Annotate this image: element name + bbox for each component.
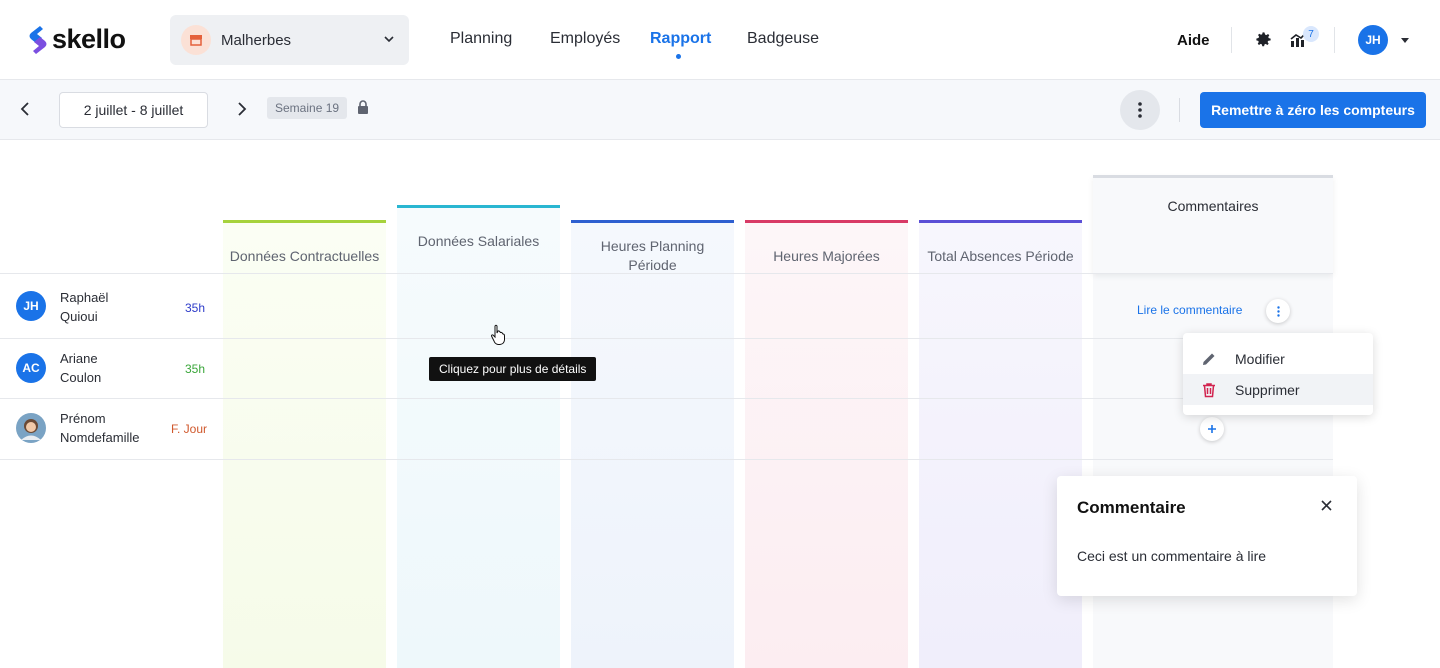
employee-hours: F. Jour <box>171 422 208 436</box>
caret-down-icon[interactable] <box>1401 38 1409 43</box>
nav-planning[interactable]: Planning <box>450 30 512 48</box>
divider <box>1179 98 1180 122</box>
nav-employes[interactable]: Employés <box>550 30 620 48</box>
date-range-picker[interactable]: 2 juillet - 8 juillet <box>59 92 208 128</box>
trash-icon <box>1203 382 1215 397</box>
comment-context-menu: Modifier Supprimer <box>1183 333 1373 415</box>
employee-hours: 35h <box>185 301 206 315</box>
date-toolbar: 2 juillet - 8 juillet Semaine 19 Remettr… <box>0 80 1440 140</box>
more-vertical-icon <box>1276 305 1280 317</box>
column-header: Données Salariales <box>417 233 540 249</box>
row-divider <box>0 338 1333 339</box>
avatar: JH <box>16 291 46 321</box>
close-icon[interactable] <box>1320 499 1333 512</box>
divider <box>1231 27 1232 53</box>
logo-text: skello <box>52 24 126 54</box>
menu-item-delete[interactable]: Supprimer <box>1183 374 1373 405</box>
user-avatar[interactable]: JH <box>1358 25 1388 55</box>
skello-logo-icon <box>29 25 47 54</box>
column-header: Total Absences Période <box>927 248 1074 264</box>
active-nav-indicator <box>676 54 681 59</box>
menu-item-label: Supprimer <box>1235 381 1300 398</box>
nav-rapport[interactable]: Rapport <box>650 30 711 48</box>
column-heures-majorees[interactable]: Heures Majorées <box>745 220 908 668</box>
avatar-photo <box>16 413 46 443</box>
shop-selector[interactable]: Malherbes <box>170 15 409 65</box>
menu-item-label: Modifier <box>1235 350 1285 367</box>
tooltip: Cliquez pour plus de détails <box>429 357 597 381</box>
add-comment-button[interactable] <box>1200 417 1224 441</box>
pencil-icon <box>1203 353 1215 365</box>
reset-counters-button[interactable]: Remettre à zéro les compteurs <box>1200 92 1426 128</box>
employee-first-name: Raphaël <box>60 290 109 305</box>
shop-name: Malherbes <box>221 31 292 49</box>
comment-popup: Commentaire Ceci est un commentaire à li… <box>1057 476 1357 596</box>
column-donnees-contractuelles[interactable]: Données Contractuelles <box>223 220 386 668</box>
popup-body: Ceci est un commentaire à lire <box>1077 548 1267 564</box>
row-divider <box>0 459 1333 460</box>
gear-icon[interactable] <box>1254 30 1273 49</box>
employee-last-name: Coulon <box>60 370 102 385</box>
chevron-down-icon <box>384 36 394 43</box>
employee-row[interactable] <box>16 413 46 443</box>
column-header: Heures Majorées <box>773 248 880 264</box>
menu-item-edit[interactable]: Modifier <box>1183 343 1373 374</box>
avatar: AC <box>16 353 46 383</box>
employee-last-name: Nomdefamille <box>60 430 140 445</box>
notification-badge: 7 <box>1303 26 1319 42</box>
comments-header: Commentaires <box>1093 175 1333 273</box>
employee-name: Ariane Coulon <box>60 349 160 387</box>
nav-badgeuse[interactable]: Badgeuse <box>747 30 819 48</box>
comment-options-button[interactable] <box>1266 299 1290 323</box>
column-donnees-salariales[interactable]: Données Salariales <box>397 205 560 668</box>
row-divider <box>0 273 1333 274</box>
employee-last-name: Quioui <box>60 309 98 324</box>
column-header: Données Contractuelles <box>229 248 380 264</box>
help-link[interactable]: Aide <box>1177 32 1210 49</box>
lock-icon <box>358 100 368 114</box>
divider <box>1334 27 1335 53</box>
employee-name: Prénom Nomdefamille <box>60 409 160 447</box>
employee-first-name: Ariane <box>60 351 98 366</box>
top-navbar: skello Malherbes Planning Employés Rappo… <box>0 0 1440 80</box>
employee-row[interactable]: AC <box>16 353 46 383</box>
employee-hours: 35h <box>185 362 206 376</box>
chevron-right-icon[interactable] <box>235 101 249 117</box>
read-comment-link[interactable]: Lire le commentaire <box>1137 303 1242 317</box>
chevron-left-icon[interactable] <box>18 101 32 117</box>
week-badge: Semaine 19 <box>267 97 348 119</box>
row-divider <box>0 398 1333 399</box>
skello-logo[interactable]: skello <box>28 24 126 55</box>
popup-title: Commentaire <box>1077 498 1186 517</box>
employee-name: Raphaël Quioui <box>60 288 160 326</box>
employee-row[interactable]: JH <box>16 291 46 321</box>
store-icon <box>181 25 211 55</box>
column-total-absences[interactable]: Total Absences Période <box>919 220 1082 668</box>
more-vertical-icon <box>1138 102 1142 118</box>
hand-cursor-icon <box>490 324 505 345</box>
column-heures-planning[interactable]: Heures Planning Période <box>571 220 734 668</box>
column-header: Heures Planning Période <box>600 238 705 273</box>
plus-icon <box>1208 425 1216 433</box>
more-options-button[interactable] <box>1120 90 1160 130</box>
employee-first-name: Prénom <box>60 411 106 426</box>
